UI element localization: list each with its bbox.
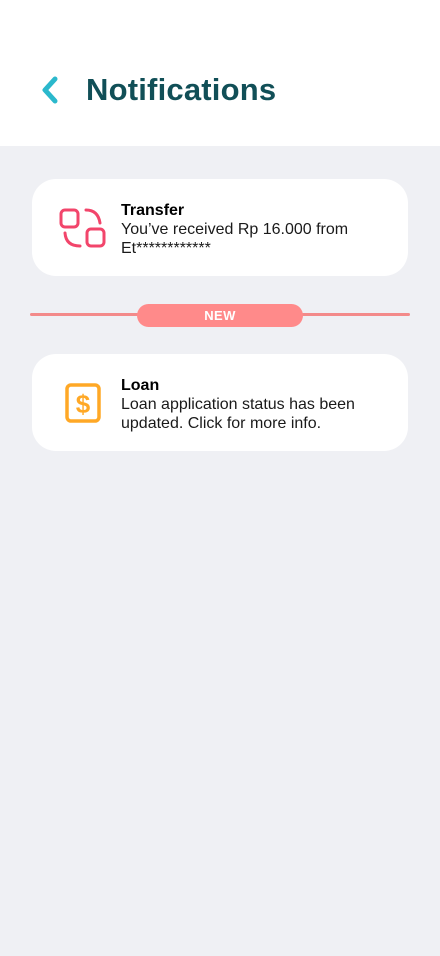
- notification-text: Transfer You’ve received Rp 16.000 from …: [121, 201, 386, 258]
- svg-text:$: $: [76, 389, 91, 419]
- new-badge: NEW: [137, 304, 303, 327]
- header-bar: Notifications: [0, 0, 440, 146]
- notification-message: You’ve received Rp 16.000 from Et*******…: [121, 221, 349, 257]
- page-title: Notifications: [86, 72, 277, 107]
- notification-title: Transfer: [121, 202, 185, 219]
- notification-message: Loan application status has been updated…: [121, 396, 355, 432]
- loan-dollar-icon: $: [58, 381, 108, 425]
- notification-text: Loan Loan application status has been up…: [121, 376, 386, 433]
- notification-card-loan[interactable]: $ Loan Loan application status has been …: [32, 354, 408, 451]
- notification-card-transfer[interactable]: Transfer You’ve received Rp 16.000 from …: [32, 179, 408, 276]
- chevron-left-icon: [42, 76, 58, 104]
- notification-title: Loan: [121, 377, 160, 394]
- back-button[interactable]: [30, 70, 70, 110]
- transfer-icon: [58, 206, 108, 250]
